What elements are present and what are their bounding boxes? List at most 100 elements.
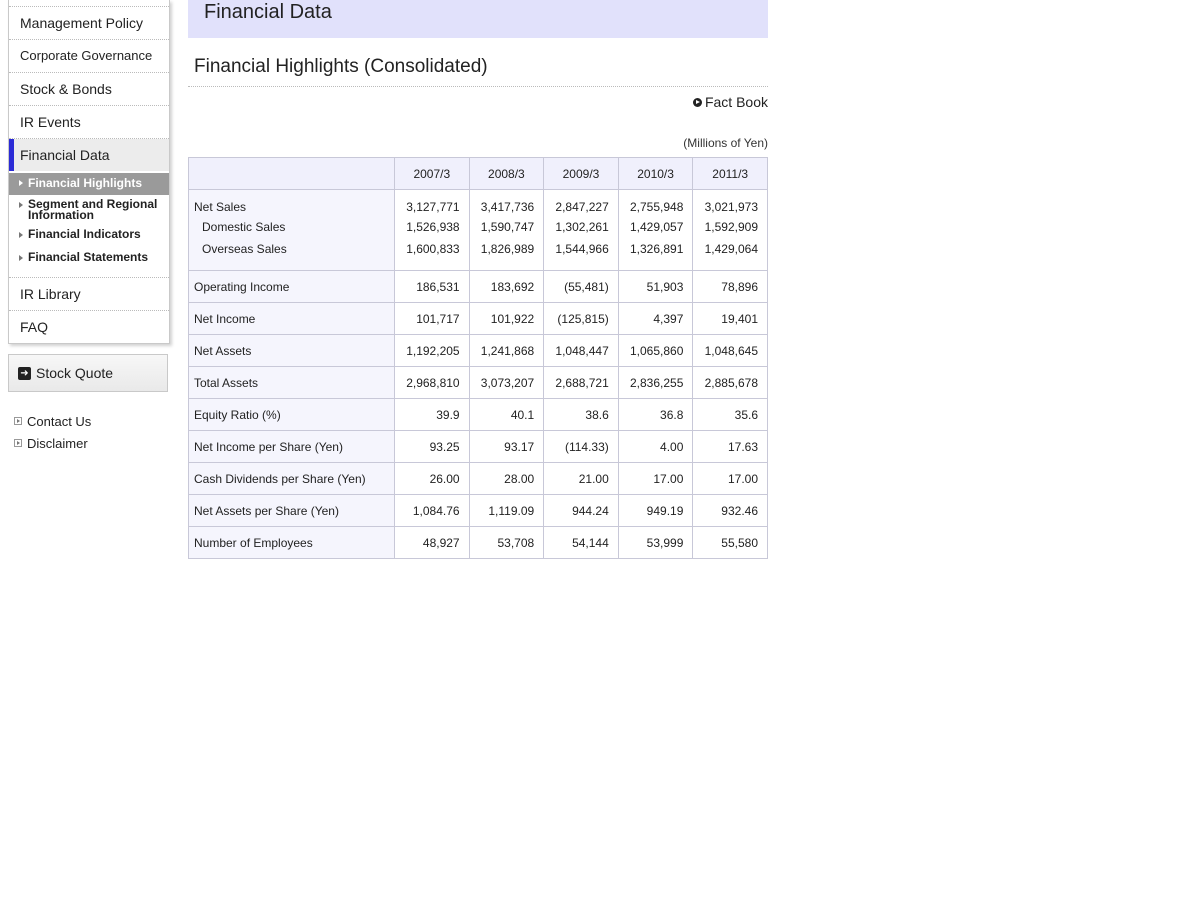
row-label: Net Sales Domestic Sales Overseas Sales: [188, 189, 395, 271]
sidebar-item-corporate-governance[interactable]: Corporate Governance: [9, 40, 169, 73]
net-sales-value: 3,417,736: [480, 200, 535, 214]
domestic-sales-value: 1,302,261: [555, 220, 609, 234]
row-label: Net Income: [188, 302, 395, 335]
stock-quote-button[interactable]: ➜ Stock Quote: [8, 354, 168, 392]
overseas-sales-value: 1,826,989: [480, 242, 535, 256]
net-sales-value: 2,755,948: [629, 200, 684, 214]
triangle-right-icon: [19, 202, 23, 208]
row-label: Operating Income: [188, 270, 395, 303]
table-cell: 1,241,868: [468, 334, 545, 367]
table-cell: 1,192,205: [394, 334, 470, 367]
column-header: 2009/3: [543, 157, 619, 190]
column-header: 2007/3: [394, 157, 470, 190]
financial-data-submenu: Financial Highlights Segment and Regiona…: [9, 171, 169, 278]
table-cell: 1,065,860: [617, 334, 694, 367]
domestic-sales-value: 1,592,909: [704, 220, 758, 234]
table-cell: 2,688,721: [543, 366, 619, 399]
disclaimer-link[interactable]: Disclaimer: [8, 432, 168, 454]
circle-arrow-icon: [692, 97, 702, 107]
triangle-right-icon: [19, 180, 23, 186]
submenu-item-segment-regional[interactable]: Segment and Regional Information: [9, 197, 169, 223]
sidebar-item-ir-library[interactable]: IR Library: [9, 278, 169, 311]
sidebar-item-management-policy[interactable]: Management Policy: [9, 7, 169, 40]
submenu-item-financial-highlights[interactable]: Financial Highlights: [9, 173, 169, 195]
table-cell: 1,048,447: [543, 334, 619, 367]
table-cell: 3,127,771 1,526,938 1,600,833: [394, 189, 470, 271]
table-cell: 1,084.76: [394, 494, 470, 527]
overseas-sales-label: Overseas Sales: [202, 242, 287, 256]
stock-quote-label: Stock Quote: [36, 365, 114, 381]
net-sales-value: 3,127,771: [406, 200, 460, 214]
table-cell: 2,968,810: [394, 366, 470, 399]
table-row: Net Income 101,717 101,922 (125,815) 4,397 19…: [188, 302, 768, 335]
table-cell: (114.33): [543, 430, 619, 463]
page-header: Financial Data: [188, 0, 768, 38]
bullet-arrow-icon: [14, 439, 22, 447]
units-note: (Millions of Yen): [683, 136, 768, 150]
row-label: Number of Employees: [188, 526, 395, 559]
table-cell: 2,847,227 1,302,261 1,544,966: [543, 189, 619, 271]
table-cell: 17.00: [692, 462, 768, 495]
table-cell: 1,048,645: [692, 334, 768, 367]
row-label: Net Income per Share (Yen): [188, 430, 395, 463]
table-cell: 949.19: [617, 494, 694, 527]
submenu-item-financial-statements[interactable]: Financial Statements: [9, 246, 169, 269]
domestic-sales-value: 1,590,747: [480, 220, 535, 234]
table-cell: 35.6: [692, 398, 768, 431]
table-cell: 19,401: [692, 302, 768, 335]
table-cell: 944.24: [543, 494, 619, 527]
submenu-label-line2: Information: [28, 208, 94, 222]
column-header: 2010/3: [617, 157, 694, 190]
overseas-sales-value: 1,429,064: [704, 242, 758, 256]
table-cell: 183,692: [468, 270, 545, 303]
sidebar-item-financial-data[interactable]: Financial Data: [9, 139, 169, 171]
table-cell: 3,021,973 1,592,909 1,429,064: [692, 189, 768, 271]
overseas-sales-value: 1,544,966: [555, 242, 609, 256]
table-cell: 17.00: [617, 462, 694, 495]
bullet-arrow-icon: [14, 417, 22, 425]
table-cell: 26.00: [394, 462, 470, 495]
row-label: Net Assets per Share (Yen): [188, 494, 395, 527]
table-cell: (125,815): [543, 302, 619, 335]
submenu-label: Financial Statements: [28, 250, 149, 264]
table-row: Number of Employees 48,927 53,708 54,144 53,…: [188, 526, 768, 559]
sidebar-nav: Management Policy Corporate Governance S…: [8, 0, 170, 344]
sidebar-item-ir-events[interactable]: IR Events: [9, 106, 169, 139]
table-row: Net Assets per Share (Yen) 1,084.76 1,119.…: [188, 494, 768, 527]
table-row: Equity Ratio (%) 39.9 40.1 38.6 36.8 35.6: [188, 398, 768, 431]
triangle-right-icon: [19, 232, 23, 238]
table-cell: 2,755,948 1,429,057 1,326,891: [617, 189, 694, 271]
submenu-label: Financial Indicators: [28, 227, 141, 241]
domestic-sales-value: 1,429,057: [629, 220, 684, 234]
table-cell: 36.8: [617, 398, 694, 431]
row-label: Equity Ratio (%): [188, 398, 395, 431]
submenu-item-financial-indicators[interactable]: Financial Indicators: [9, 223, 169, 246]
table-cell: (55,481): [543, 270, 619, 303]
table-row-sales: Net Sales Domestic Sales Overseas Sales …: [188, 189, 768, 271]
overseas-sales-value: 1,326,891: [629, 242, 684, 256]
main-content: Financial Data Financial Highlights (Con…: [188, 0, 768, 559]
financial-highlights-table: 2007/3 2008/3 2009/3 2010/3 2011/3 Net S…: [188, 157, 768, 559]
table-cell: 53,999: [617, 526, 694, 559]
sidebar-item-stock-bonds[interactable]: Stock & Bonds: [9, 73, 169, 106]
column-header: 2008/3: [468, 157, 545, 190]
fact-book-link[interactable]: Fact Book: [188, 92, 768, 112]
table-header-row: 2007/3 2008/3 2009/3 2010/3 2011/3: [188, 157, 768, 190]
table-cell: 21.00: [543, 462, 619, 495]
arrow-right-icon: ➜: [18, 366, 31, 380]
table-cell: 1,119.09: [468, 494, 545, 527]
table-row: Operating Income 186,531 183,692 (55,481) 51…: [188, 270, 768, 303]
row-label: Cash Dividends per Share (Yen): [188, 462, 395, 495]
contact-us-link[interactable]: Contact Us: [8, 410, 168, 432]
table-row: Net Assets 1,192,205 1,241,868 1,048,447 1,0…: [188, 334, 768, 367]
fact-book-label: Fact Book: [704, 94, 768, 110]
sidebar: Management Policy Corporate Governance S…: [8, 0, 170, 454]
table-cell: 2,836,255: [617, 366, 694, 399]
domestic-sales-value: 1,526,938: [406, 220, 460, 234]
sidebar-item-faq[interactable]: FAQ: [9, 311, 169, 343]
table-cell: 3,417,736 1,590,747 1,826,989: [468, 189, 545, 271]
table-cell: 93.25: [394, 430, 470, 463]
nav-top-divider: [9, 0, 169, 7]
row-label: Total Assets: [188, 366, 395, 399]
triangle-right-icon: [19, 255, 23, 261]
